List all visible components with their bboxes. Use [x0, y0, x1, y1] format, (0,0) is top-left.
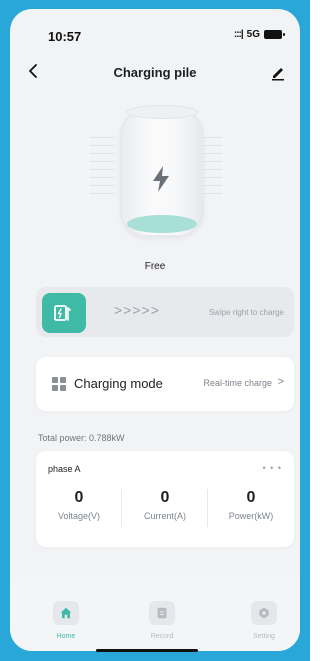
lightning-bolt-icon	[153, 166, 169, 192]
phase-title: phase A	[48, 464, 81, 474]
metric-label: Power(kW)	[228, 511, 274, 521]
charging-pile-illustration	[90, 105, 222, 247]
metric-value: 0	[246, 489, 256, 506]
metric-current: 0 Current(A)	[122, 489, 208, 521]
phone-frame: 10:57 :::| 5G Charging pile Free >>>>> S…	[0, 0, 310, 661]
tab-label: Record	[150, 633, 174, 640]
battery-icon	[264, 30, 285, 39]
tab-label: Setting	[253, 633, 275, 640]
metric-voltage: 0 Voltage(V)	[36, 489, 122, 521]
nav-bar: Charging pile	[10, 59, 300, 87]
bottom-tab-bar: Home Record Setting	[10, 577, 300, 651]
home-icon	[53, 601, 79, 625]
status-bar: 10:57 :::| 5G	[10, 9, 300, 51]
tab-setting[interactable]: Setting	[234, 601, 294, 640]
setting-icon	[251, 601, 277, 625]
signal-icon: :::|	[233, 29, 244, 40]
status-time: 10:57	[48, 29, 82, 44]
record-icon	[149, 601, 175, 625]
total-power-text: Total power: 0.788kW	[38, 433, 125, 443]
tab-home[interactable]: Home	[36, 601, 96, 640]
charging-mode-row[interactable]: Charging mode Real-time charge >	[36, 357, 294, 411]
tab-label: Home	[56, 633, 76, 640]
phase-card: phase A • • • 0 Voltage(V) 0 Current(A) …	[36, 451, 294, 547]
charger-plug-icon	[54, 305, 71, 321]
swipe-handle[interactable]	[42, 293, 86, 333]
metric-value: 0	[74, 489, 84, 506]
app-screen: 10:57 :::| 5G Charging pile Free >>>>> S…	[10, 9, 300, 651]
more-dots-icon[interactable]: • • •	[263, 463, 282, 473]
chevron-right-icon: >	[277, 376, 284, 388]
swipe-to-charge-track[interactable]: >>>>> Swipe right to charge	[36, 287, 294, 337]
pile-decor-lines-left	[90, 137, 114, 197]
tab-record[interactable]: Record	[132, 601, 192, 640]
swipe-arrows: >>>>>	[114, 302, 160, 318]
metric-power: 0 Power(kW)	[208, 489, 294, 521]
grid-icon	[52, 377, 66, 391]
network-type: 5G	[246, 29, 260, 40]
pile-top	[126, 105, 198, 119]
charging-mode-label: Charging mode	[74, 376, 163, 391]
edit-pencil-icon[interactable]	[268, 62, 288, 82]
page-title: Charging pile	[113, 65, 197, 80]
pile-state-label: Free	[144, 261, 166, 272]
home-indicator[interactable]	[96, 649, 198, 652]
pile-base-glow	[127, 215, 197, 233]
metric-value: 0	[160, 489, 170, 506]
metric-label: Voltage(V)	[57, 511, 101, 521]
metric-label: Current(A)	[143, 511, 186, 521]
status-indicators: :::| 5G	[233, 29, 285, 40]
charging-mode-value: Real-time charge	[203, 378, 272, 388]
swipe-hint: Swipe right to charge	[208, 308, 284, 317]
